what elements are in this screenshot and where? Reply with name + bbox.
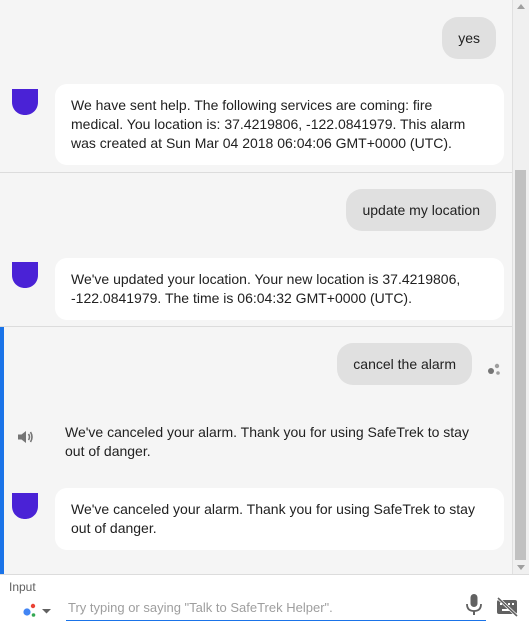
user-message-bubble: update my location bbox=[346, 189, 496, 231]
user-message-bubble: yes bbox=[442, 17, 496, 59]
bot-response-card: We've updated your location. Your new lo… bbox=[55, 258, 504, 320]
scrollbar-thumb[interactable] bbox=[515, 170, 526, 560]
speaker-icon[interactable] bbox=[16, 428, 34, 446]
input-bar: Input bbox=[0, 574, 529, 632]
scroll-down-arrow-icon[interactable] bbox=[517, 565, 525, 570]
mic-icon[interactable] bbox=[464, 593, 484, 617]
bot-avatar-icon bbox=[12, 89, 38, 115]
conversation-panel: yes We have sent help. The following ser… bbox=[0, 0, 512, 574]
chevron-down-icon bbox=[42, 609, 51, 614]
keyboard-off-icon[interactable] bbox=[496, 597, 518, 617]
query-input[interactable] bbox=[66, 595, 486, 621]
conversation-turn: update my location We've updated your lo… bbox=[0, 173, 512, 327]
bot-avatar-icon bbox=[12, 493, 38, 519]
assistant-dots-icon bbox=[23, 603, 36, 617]
bot-response-card: We've canceled your alarm. Thank you for… bbox=[55, 488, 504, 550]
conversation-turn: yes We have sent help. The following ser… bbox=[0, 0, 512, 173]
bot-avatar-icon bbox=[12, 262, 38, 288]
scroll-up-arrow-icon[interactable] bbox=[517, 4, 525, 9]
conversation-turn-selected[interactable]: cancel the alarm We've canceled your ala… bbox=[0, 327, 512, 574]
debug-dots-icon[interactable] bbox=[486, 361, 502, 377]
user-message-bubble: cancel the alarm bbox=[337, 343, 472, 385]
chat-scrollbar[interactable] bbox=[512, 0, 529, 574]
bot-speech-text: We've canceled your alarm. Thank you for… bbox=[65, 424, 469, 459]
input-label: Input bbox=[9, 580, 36, 594]
assistant-mode-dropdown[interactable] bbox=[16, 599, 56, 621]
bot-response-card: We have sent help. The following service… bbox=[55, 84, 504, 165]
